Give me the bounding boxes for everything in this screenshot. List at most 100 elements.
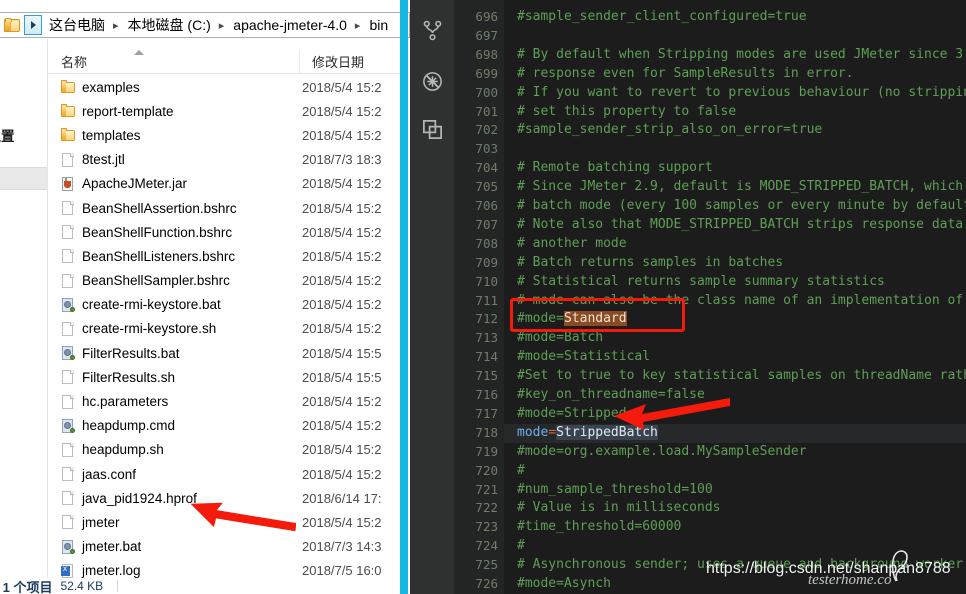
file-name-cell[interactable]: create-rmi-keystore.bat [49,297,299,313]
file-row[interactable]: report-template 2018/5/4 15:2 [49,99,407,123]
code-line[interactable]: #mode=Standard [517,310,627,329]
file-row[interactable]: jmeter 2018/5/4 15:2 [49,510,407,534]
code-line[interactable]: # If you want to revert to previous beha… [517,84,966,103]
code-line[interactable]: mode=StrippedBatch [517,424,658,443]
file-name-cell[interactable]: 8test.jtl [49,152,299,168]
address-bar[interactable]: 这台电脑 ▸ 本地磁盘 (C:) ▸ apache-jmeter-4.0 ▸ b… [0,12,410,38]
code-line[interactable]: # response even for SampleResults in err… [517,65,854,84]
code-line[interactable]: #time_threshold=60000 [517,518,681,537]
line-number: 725 [475,557,498,573]
code-line[interactable]: # [517,537,525,556]
file-name-cell[interactable]: create-rmi-keystore.sh [49,321,299,337]
file-name-cell[interactable]: heapdump.sh [49,442,299,458]
code-line[interactable]: # mode can also be the class name of an … [517,292,966,311]
file-row[interactable]: jaas.conf 2018/5/4 15:2 [49,462,407,486]
code-line[interactable]: # another mode [517,235,627,254]
file-row[interactable]: 8test.jtl 2018/7/3 18:3 [49,148,407,172]
file-row[interactable]: create-rmi-keystore.sh 2018/5/4 15:2 [49,317,407,341]
folder-icon [61,127,75,143]
line-number: 726 [475,576,498,591]
code-line[interactable]: #key_on_threadname=false [517,386,705,405]
file-name-cell[interactable]: BeanShellAssertion.bshrc [49,200,299,216]
file-name-cell[interactable]: FilterResults.bat [49,345,299,361]
file-name-cell[interactable]: hc.parameters [49,394,299,410]
file-row[interactable]: heapdump.cmd 2018/5/4 15:2 [49,414,407,438]
file-name-cell[interactable]: jmeter.bat [49,539,299,555]
breadcrumb-item-2[interactable]: apache-jmeter-4.0 [231,17,349,33]
code-line[interactable]: #Set to true to key statistical samples … [517,367,966,386]
code-line[interactable]: #mode=Statistical [517,348,650,367]
file-name-cell[interactable]: examples [49,79,299,95]
code-line[interactable]: # Remote batching support [517,159,713,178]
code-line[interactable]: # Since JMeter 2.9, default is MODE_STRI… [517,178,966,197]
breadcrumb-item-3[interactable]: bin [367,17,390,33]
code-line[interactable]: #sample_sender_client_configured=true [517,8,807,27]
file-name-cell[interactable]: jmeter.log [49,563,299,579]
panels-icon[interactable] [421,118,444,141]
code-line[interactable]: #mode=Stripped [517,405,627,424]
code-line[interactable]: # set this property to false [517,103,736,122]
code-line[interactable]: #num_sample_threshold=100 [517,481,713,500]
file-name-cell[interactable]: BeanShellSampler.bshrc [49,273,299,289]
nav-item-recent-places[interactable]: 的位置 [0,125,15,145]
file-name-cell[interactable]: templates [49,127,299,143]
code-line[interactable]: # Statistical returns sample summary sta… [517,273,885,292]
file-date-cell: 2018/5/4 15:2 [302,127,382,143]
line-number: 702 [475,122,498,138]
file-name-cell[interactable]: jmeter [49,514,299,530]
file-date-cell: 2018/7/3 14:3 [302,539,382,555]
folder-icon [4,17,21,33]
file-row[interactable]: FilterResults.bat 2018/5/4 15:5 [49,341,407,365]
line-number: 715 [475,368,498,384]
breadcrumb-item-0[interactable]: 这台电脑 [47,15,107,35]
code-line[interactable]: # batch mode (every 100 samples or every… [517,197,966,216]
code-line[interactable]: # Note also that MODE_STRIPPED_BATCH str… [517,216,966,235]
branch-icon[interactable] [421,19,444,42]
file-row[interactable]: heapdump.sh 2018/5/4 15:2 [49,438,407,462]
breadcrumb-separator[interactable]: ▸ [349,19,368,32]
nav-item-selected[interactable] [0,167,47,190]
file-name-cell[interactable]: heapdump.cmd [49,418,299,434]
breadcrumb-separator[interactable]: ▸ [213,19,232,32]
file-name-label: FilterResults.bat [82,345,180,361]
explorer-vertical-scrollbar[interactable] [400,0,408,594]
breadcrumb-dropdown-button[interactable] [24,15,42,35]
file-row[interactable]: FilterResults.sh 2018/5/4 15:5 [49,365,407,389]
code-line[interactable]: # Value is in milliseconds [517,499,721,518]
file-row[interactable]: examples 2018/5/4 15:2 [49,75,407,99]
code-line[interactable]: # [517,462,525,481]
code-line[interactable]: #mode=org.example.load.MySampleSender [517,443,807,462]
file-row[interactable]: jmeter.log 2018/7/5 16:0 [49,559,407,580]
breadcrumb-separator[interactable]: ▸ [107,19,126,32]
code-line[interactable]: # Batch returns samples in batches [517,254,783,273]
file-row[interactable]: hc.parameters 2018/5/4 15:2 [49,389,407,413]
file-date-cell: 2018/5/4 15:5 [302,369,382,385]
file-row[interactable]: BeanShellListeners.bshrc 2018/5/4 15:2 [49,244,407,268]
file-row[interactable]: BeanShellFunction.bshrc 2018/5/4 15:2 [49,220,407,244]
file-name-cell[interactable]: java_pid1924.hprof [49,490,299,506]
column-header-date[interactable]: 修改日期 [299,50,407,73]
file-list[interactable]: examples 2018/5/4 15:2 report-template 2018… [49,75,407,580]
code-line[interactable]: #sample_sender_strip_also_on_error=true [517,121,822,140]
file-name-cell[interactable]: ApacheJMeter.jar [49,176,299,192]
file-row[interactable]: jmeter.bat 2018/7/3 14:3 [49,535,407,559]
file-name-cell[interactable]: report-template [49,103,299,119]
code-line[interactable]: #mode=Asynch [517,575,611,594]
column-header-name[interactable]: 名称 [49,50,299,73]
file-row[interactable]: create-rmi-keystore.bat 2018/5/4 15:2 [49,293,407,317]
navigation-pane[interactable]: 的位置 [0,39,48,594]
no-compile-icon[interactable] [421,70,444,93]
file-name-cell[interactable]: BeanShellFunction.bshrc [49,224,299,240]
code-text-area[interactable]: #sample_sender_client_configured=true # B… [504,0,966,594]
breadcrumb-item-1[interactable]: 本地磁盘 (C:) [126,15,213,35]
file-row[interactable]: java_pid1924.hprof 2018/6/14 17: [49,486,407,510]
file-name-cell[interactable]: BeanShellListeners.bshrc [49,248,299,264]
file-row[interactable]: templates 2018/5/4 15:2 [49,123,407,147]
code-line[interactable]: #mode=Batch [517,329,603,348]
file-name-cell[interactable]: jaas.conf [49,466,299,482]
code-line[interactable]: # By default when Stripping modes are us… [517,46,966,65]
file-name-cell[interactable]: FilterResults.sh [49,369,299,385]
file-row[interactable]: BeanShellSampler.bshrc 2018/5/4 15:2 [49,269,407,293]
file-row[interactable]: ApacheJMeter.jar 2018/5/4 15:2 [49,172,407,196]
file-row[interactable]: BeanShellAssertion.bshrc 2018/5/4 15:2 [49,196,407,220]
